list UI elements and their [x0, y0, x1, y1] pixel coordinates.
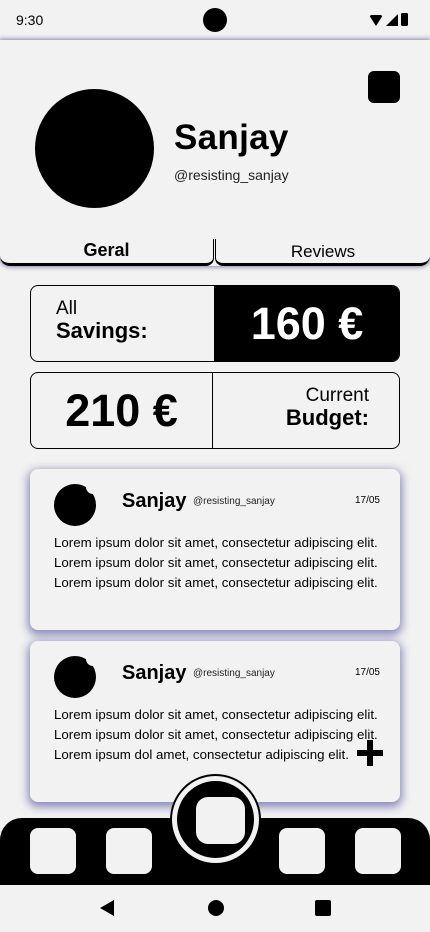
settings-button[interactable]	[368, 71, 400, 103]
savings-label: All Savings:	[56, 298, 148, 342]
status-bar: 9:30	[0, 0, 430, 40]
budget-value: 210 €	[31, 373, 213, 448]
home-icon[interactable]	[208, 900, 224, 916]
nav-button-4[interactable]	[279, 828, 325, 874]
profile-card: Sanjay @resisting_sanjay Geral Reviews	[0, 40, 430, 266]
budget-label-line1: Current	[305, 385, 369, 406]
plus-icon[interactable]	[357, 740, 383, 766]
review-author-name: Sanjay	[122, 490, 187, 512]
review-avatar	[54, 652, 100, 698]
profile-name: Sanjay	[174, 118, 289, 157]
system-nav-bar	[0, 885, 430, 932]
savings-value: 160 €	[214, 286, 399, 361]
review-card[interactable]: Sanjay @resisting_sanjay 17/05 Lorem ips…	[30, 469, 400, 630]
review-text: Lorem ipsum dolor sit amet, consectetur …	[54, 707, 378, 762]
review-text: Lorem ipsum dolor sit amet, consectetur …	[54, 535, 378, 590]
status-icons	[369, 13, 408, 26]
nav-button-2[interactable]	[106, 828, 152, 874]
profile-avatar	[35, 89, 154, 208]
back-icon[interactable]	[100, 900, 114, 916]
review-date: 17/05	[354, 667, 380, 678]
nav-button-5[interactable]	[355, 828, 401, 874]
savings-card: All Savings: 160 €	[30, 285, 400, 362]
status-time: 9:30	[16, 12, 44, 28]
review-author-handle: @resisting_sanjay	[193, 668, 275, 679]
wifi-icon	[369, 15, 383, 26]
center-action-ring	[172, 776, 259, 863]
review-author-name: Sanjay	[122, 662, 187, 684]
budget-label: Current Budget:	[286, 385, 369, 429]
center-action-button[interactable]	[196, 797, 245, 844]
profile-handle: @resisting_sanjay	[174, 167, 289, 183]
tab-geral[interactable]: Geral	[0, 239, 214, 266]
review-author-handle: @resisting_sanjay	[193, 496, 275, 507]
review-avatar	[54, 480, 100, 526]
review-date: 17/05	[354, 495, 380, 506]
battery-icon	[401, 13, 408, 26]
budget-card: 210 € Current Budget:	[30, 372, 400, 449]
budget-label-line2: Budget:	[285, 405, 369, 430]
signal-icon	[386, 14, 398, 26]
recents-icon[interactable]	[315, 900, 331, 916]
savings-label-line2: Savings:	[56, 318, 148, 343]
tab-reviews[interactable]: Reviews	[215, 239, 430, 266]
savings-label-line1: All	[56, 298, 78, 319]
camera-cutout	[203, 8, 227, 32]
nav-button-1[interactable]	[30, 828, 76, 874]
